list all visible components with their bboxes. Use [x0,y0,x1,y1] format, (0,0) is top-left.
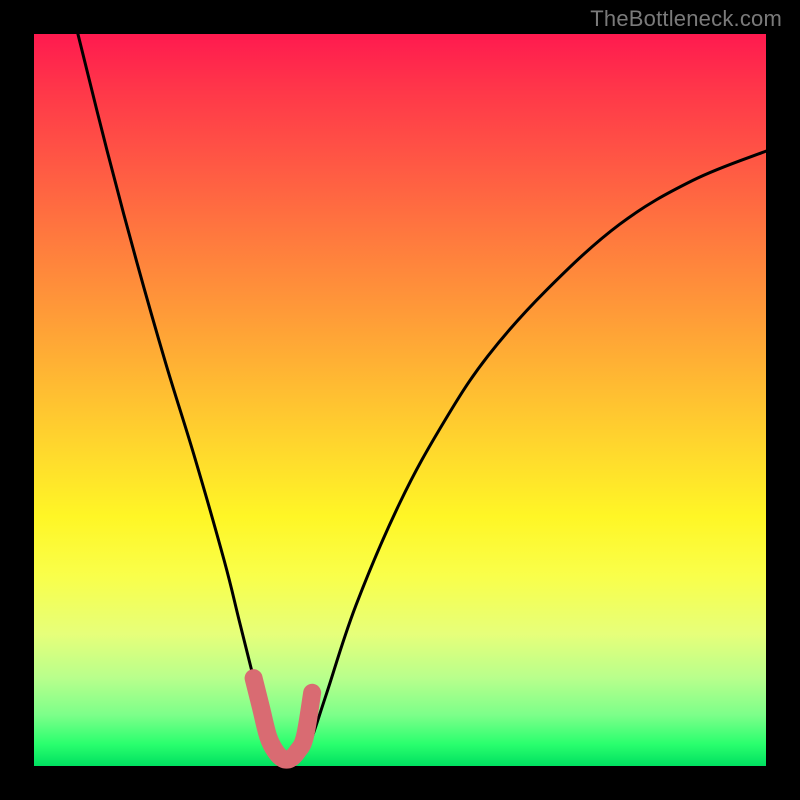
chart-svg [34,34,766,766]
highlight-basin [254,678,313,760]
watermark-text: TheBottleneck.com [590,6,782,32]
plot-area [34,34,766,766]
chart-frame: TheBottleneck.com [0,0,800,800]
bottleneck-curve [78,34,766,759]
